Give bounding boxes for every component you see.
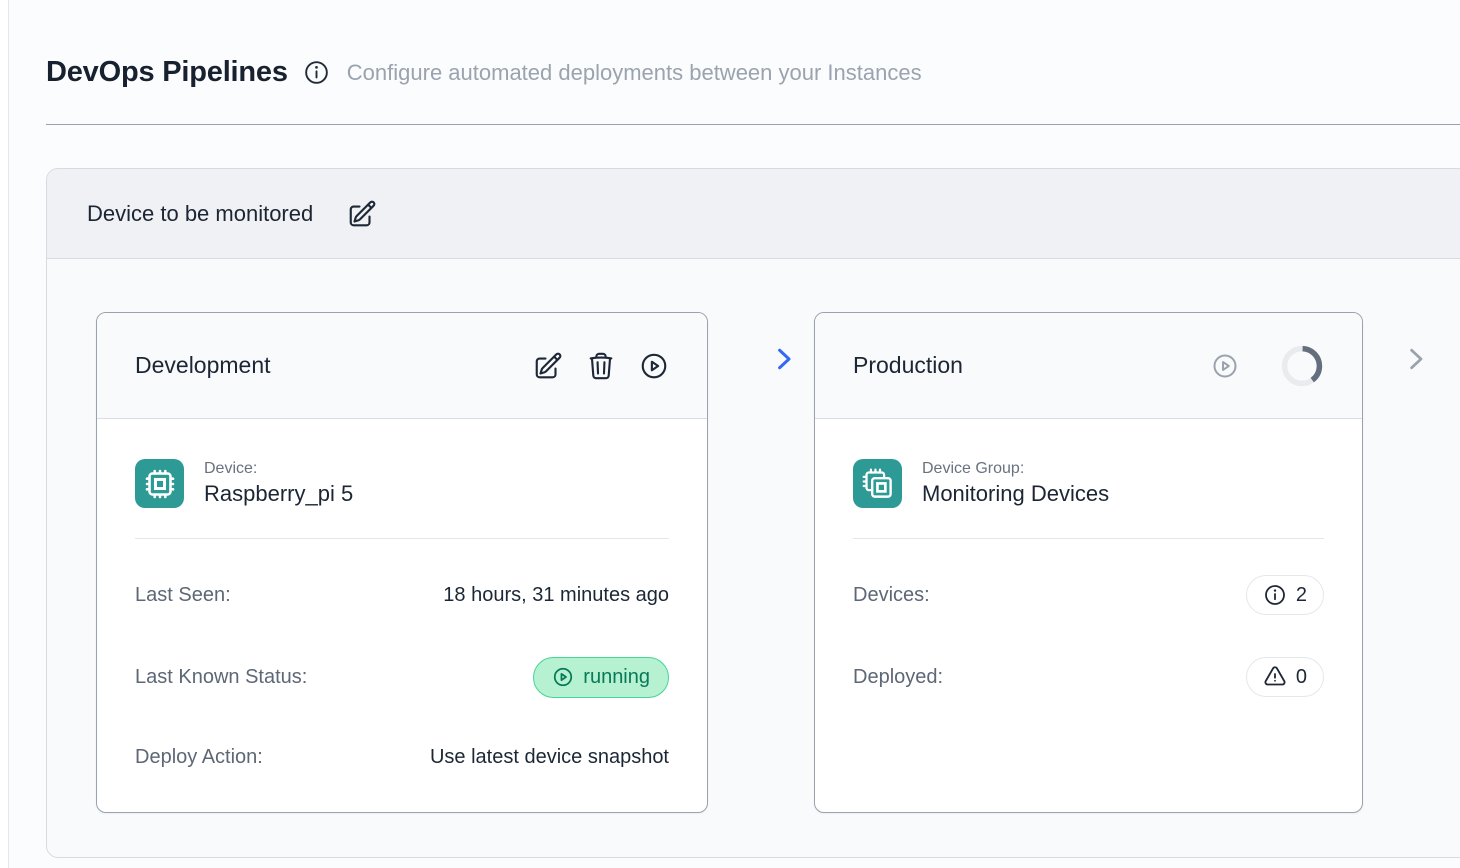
production-actions xyxy=(1211,344,1324,388)
page-title: DevOps Pipelines xyxy=(46,56,288,89)
info-icon[interactable] xyxy=(303,59,330,86)
stage-title-production: Production xyxy=(853,352,1211,379)
play-circle-icon xyxy=(552,666,574,688)
status-badge-label: running xyxy=(583,666,650,689)
development-actions xyxy=(533,351,669,381)
loading-spinner-icon xyxy=(1280,344,1324,388)
status-badge: running xyxy=(533,657,669,698)
stage-card-development: Development xyxy=(96,312,708,813)
deployed-count-pill[interactable]: 0 xyxy=(1246,657,1324,697)
page-subtitle: Configure automated deployments between … xyxy=(347,60,922,86)
edit-stage-icon[interactable] xyxy=(533,351,563,381)
device-label: Device: xyxy=(204,460,353,478)
development-card-body: Device: Raspberry_pi 5 Last Seen: 18 hou… xyxy=(97,419,707,779)
warning-triangle-icon xyxy=(1263,665,1287,689)
cpu-chip-icon xyxy=(135,459,184,508)
cpu-chip-stack-icon xyxy=(853,459,902,508)
card-divider xyxy=(853,538,1324,539)
pipeline-flow-chevron-icon xyxy=(769,344,799,374)
production-card-body: Device Group: Monitoring Devices Devices… xyxy=(815,419,1362,699)
card-divider xyxy=(135,538,669,539)
page-header: DevOps Pipelines Configure automated dep… xyxy=(46,56,922,89)
deployed-label: Deployed: xyxy=(853,666,943,689)
devices-count-row: Devices: 2 xyxy=(853,573,1324,617)
info-circle-icon xyxy=(1263,583,1287,607)
last-seen-row: Last Seen: 18 hours, 31 minutes ago xyxy=(135,573,669,617)
device-group-row: Device Group: Monitoring Devices xyxy=(853,459,1324,508)
device-group-label: Device Group: xyxy=(922,460,1109,478)
device-name: Raspberry_pi 5 xyxy=(204,481,353,507)
devices-label: Devices: xyxy=(853,584,930,607)
device-group-meta: Device Group: Monitoring Devices xyxy=(922,460,1109,507)
edit-pipeline-icon[interactable] xyxy=(347,199,377,229)
pipeline-name: Device to be monitored xyxy=(87,201,313,227)
deploy-action-label: Deploy Action: xyxy=(135,746,263,769)
development-card-header: Development xyxy=(97,313,707,419)
next-stage-chevron-icon[interactable] xyxy=(1401,344,1431,374)
deploy-play-icon[interactable] xyxy=(639,351,669,381)
deployed-count-row: Deployed: 0 xyxy=(853,655,1324,699)
production-card-header: Production xyxy=(815,313,1362,419)
last-known-status-row: Last Known Status: running xyxy=(135,655,669,699)
pipeline-panel-header: Device to be monitored xyxy=(47,169,1460,259)
main-content-area: DevOps Pipelines Configure automated dep… xyxy=(8,0,1460,868)
deploy-action-row: Deploy Action: Use latest device snapsho… xyxy=(135,735,669,779)
screen: DevOps Pipelines Configure automated dep… xyxy=(0,0,1460,868)
stage-card-production: Production xyxy=(814,312,1363,813)
device-row: Device: Raspberry_pi 5 xyxy=(135,459,669,508)
header-divider xyxy=(46,124,1460,125)
deploy-play-icon-disabled[interactable] xyxy=(1211,352,1239,380)
stage-title-development: Development xyxy=(135,352,533,379)
delete-stage-icon[interactable] xyxy=(586,351,616,381)
last-seen-value: 18 hours, 31 minutes ago xyxy=(443,584,669,607)
pipeline-stages: Development xyxy=(47,259,1460,858)
devices-count: 2 xyxy=(1296,584,1307,607)
device-meta: Device: Raspberry_pi 5 xyxy=(204,460,353,507)
deploy-action-value: Use latest device snapshot xyxy=(430,746,669,769)
device-group-name: Monitoring Devices xyxy=(922,481,1109,507)
last-seen-label: Last Seen: xyxy=(135,584,231,607)
pipeline-panel: Device to be monitored Development xyxy=(46,168,1460,858)
last-known-status-label: Last Known Status: xyxy=(135,666,307,689)
deployed-count: 0 xyxy=(1296,666,1307,689)
devices-count-pill[interactable]: 2 xyxy=(1246,575,1324,615)
